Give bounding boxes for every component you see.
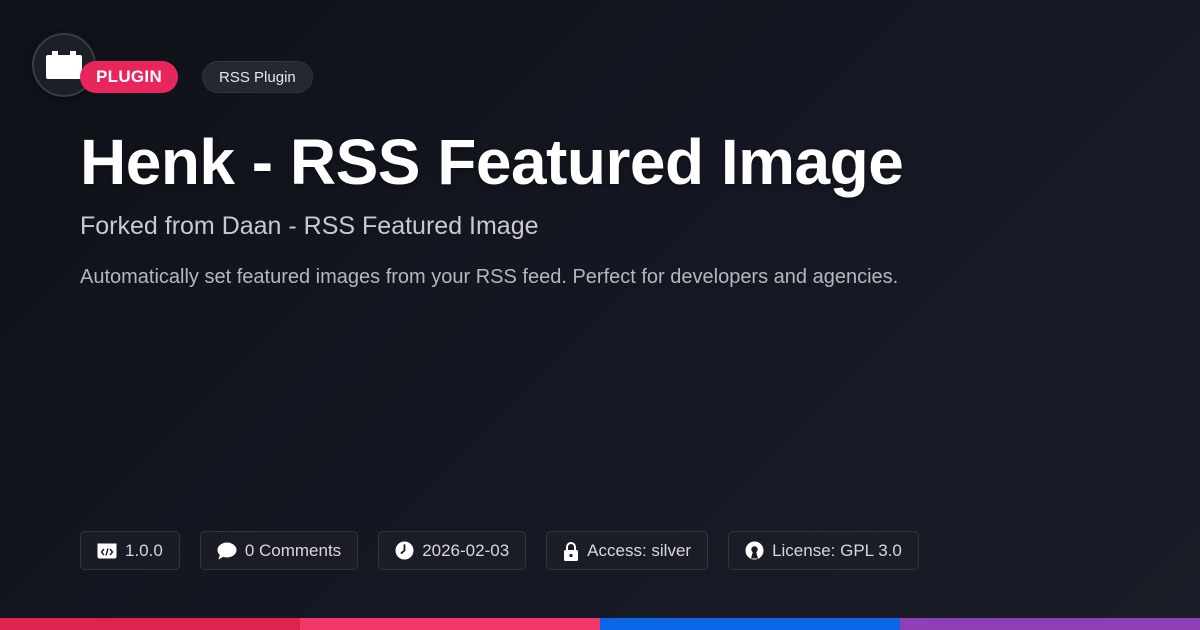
- date-label: 2026-02-03: [422, 540, 510, 560]
- stripe-segment: [300, 618, 600, 630]
- accent-stripe: [0, 618, 1200, 630]
- stripe-segment: [600, 618, 900, 630]
- access-label: Access: silver: [587, 540, 692, 560]
- lock-icon: [563, 541, 579, 561]
- badge-row: PLUGIN RSS Plugin: [80, 61, 313, 93]
- stripe-segment: [0, 618, 300, 630]
- version-chip: 1.0.0: [80, 531, 180, 570]
- page-title: Henk - RSS Featured Image: [80, 126, 904, 198]
- comments-chip[interactable]: 0 Comments: [199, 531, 359, 570]
- access-chip: Access: silver: [546, 531, 709, 570]
- version-label: 1.0.0: [125, 540, 163, 560]
- license-chip: License: GPL 3.0: [728, 531, 919, 570]
- open-source-icon: [745, 541, 764, 560]
- page-description: Automatically set featured images from y…: [80, 266, 899, 288]
- stripe-segment: [900, 618, 1200, 630]
- page-subtitle: Forked from Daan - RSS Featured Image: [80, 212, 539, 240]
- meta-row: 1.0.0 0 Comments 2026-02-03 Access: silv…: [80, 531, 919, 570]
- type-badge: PLUGIN: [80, 61, 179, 93]
- category-badge[interactable]: RSS Plugin: [202, 61, 313, 93]
- comments-label: 0 Comments: [244, 540, 342, 560]
- date-chip: 2026-02-03: [378, 531, 527, 570]
- comment-icon: [217, 542, 237, 560]
- license-label: License: GPL 3.0: [772, 540, 902, 560]
- clock-icon: [395, 541, 414, 560]
- plugin-card: PLUGIN RSS Plugin Henk - RSS Featured Im…: [0, 0, 1200, 630]
- code-icon: [97, 543, 117, 559]
